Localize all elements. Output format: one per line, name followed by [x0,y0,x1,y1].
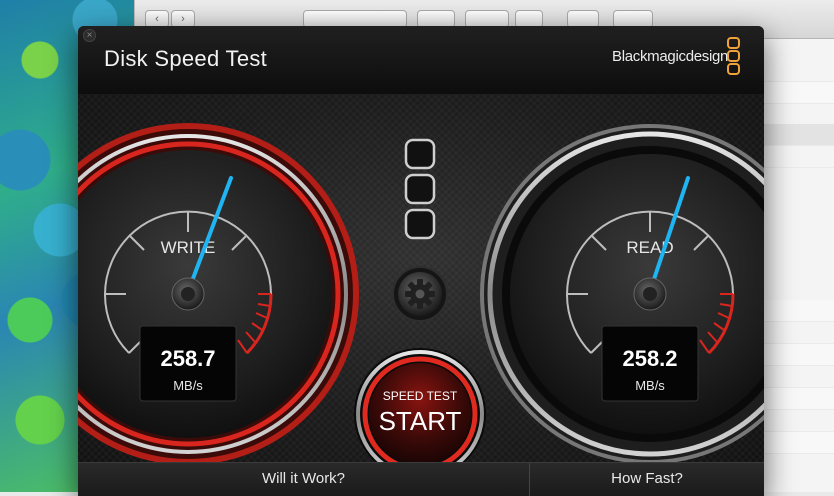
write-gauge: WRITE 258.7 MB/s [78,123,359,462]
tab-will-it-work[interactable]: Will it Work? [78,470,529,487]
footer-bar: Will it Work? How Fast? [78,462,764,496]
write-speed-value: 258.7 [160,346,215,371]
write-gauge-hub-center [181,287,195,301]
start-button-label: START [379,406,462,436]
tab-how-fast[interactable]: How Fast? [530,470,764,487]
disk-speed-test-window: × Disk Speed Test Blackmagicdesign WRITE… [78,26,764,496]
status-indicator [404,173,436,205]
start-button-caption: SPEED TEST [383,389,458,403]
brand-name: Blackmagicdesign [612,48,729,65]
read-gauge-hub-center [643,287,657,301]
gear-icon[interactable] [392,266,448,322]
status-indicator-squares [404,138,436,240]
write-speed-unit: MB/s [173,378,203,393]
close-icon[interactable]: × [83,29,96,42]
start-button[interactable]: SPEED TEST START [354,348,486,462]
read-gauge: READ 258.2 MB/s [480,124,764,462]
read-speed-unit: MB/s [635,378,665,393]
status-indicator [404,208,436,240]
status-indicator [404,138,436,170]
gauge-panel: WRITE 258.7 MB/s READ 258.2 MB/s SPEED T… [78,94,764,462]
read-speed-value: 258.2 [622,346,677,371]
blackmagic-logo-icon [727,37,740,75]
app-header: × Disk Speed Test Blackmagicdesign [78,26,764,95]
app-title: Disk Speed Test [104,46,268,71]
